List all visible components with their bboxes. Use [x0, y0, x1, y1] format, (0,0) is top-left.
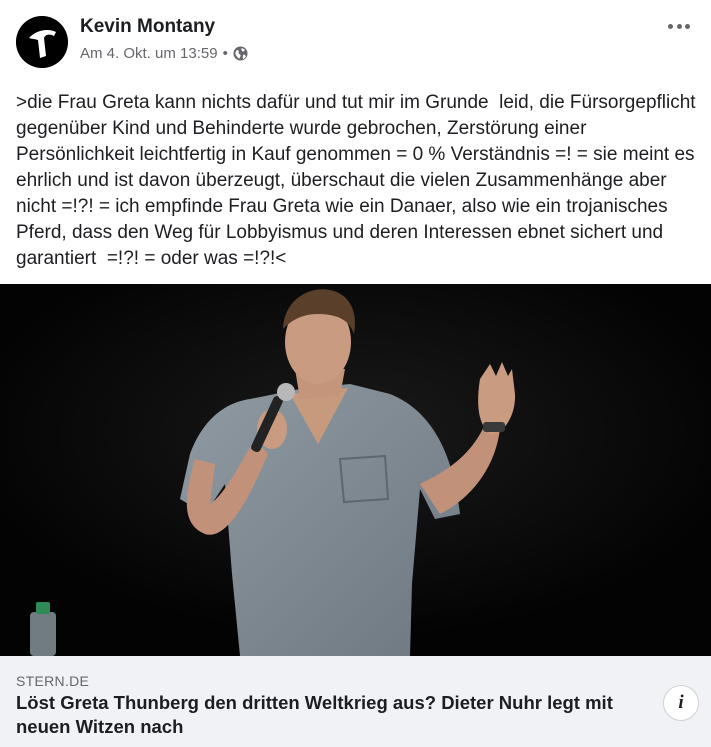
more-options-button[interactable] — [665, 14, 693, 38]
meta-separator: • — [222, 45, 228, 62]
info-button[interactable]: i — [663, 685, 699, 721]
post-timestamp[interactable]: Am 4. Okt. um 13:59 — [80, 45, 218, 62]
info-icon: i — [678, 692, 684, 713]
avatar[interactable] — [16, 16, 68, 68]
post-text: >die Frau Greta kann nichts dafür und tu… — [16, 92, 701, 269]
post-header: Kevin Montany Am 4. Okt. um 13:59 • — [0, 0, 711, 80]
post-photo[interactable] — [0, 284, 711, 656]
link-preview-card[interactable]: STERN.DE Löst Greta Thunberg den dritten… — [0, 656, 711, 747]
more-horizontal-icon — [668, 23, 673, 29]
globe-icon — [233, 46, 248, 61]
post-meta: Am 4. Okt. um 13:59 • — [80, 45, 248, 62]
link-source: STERN.DE — [16, 673, 90, 689]
post-author[interactable]: Kevin Montany — [80, 16, 215, 38]
link-headline[interactable]: Löst Greta Thunberg den dritten Weltkrie… — [16, 691, 656, 739]
